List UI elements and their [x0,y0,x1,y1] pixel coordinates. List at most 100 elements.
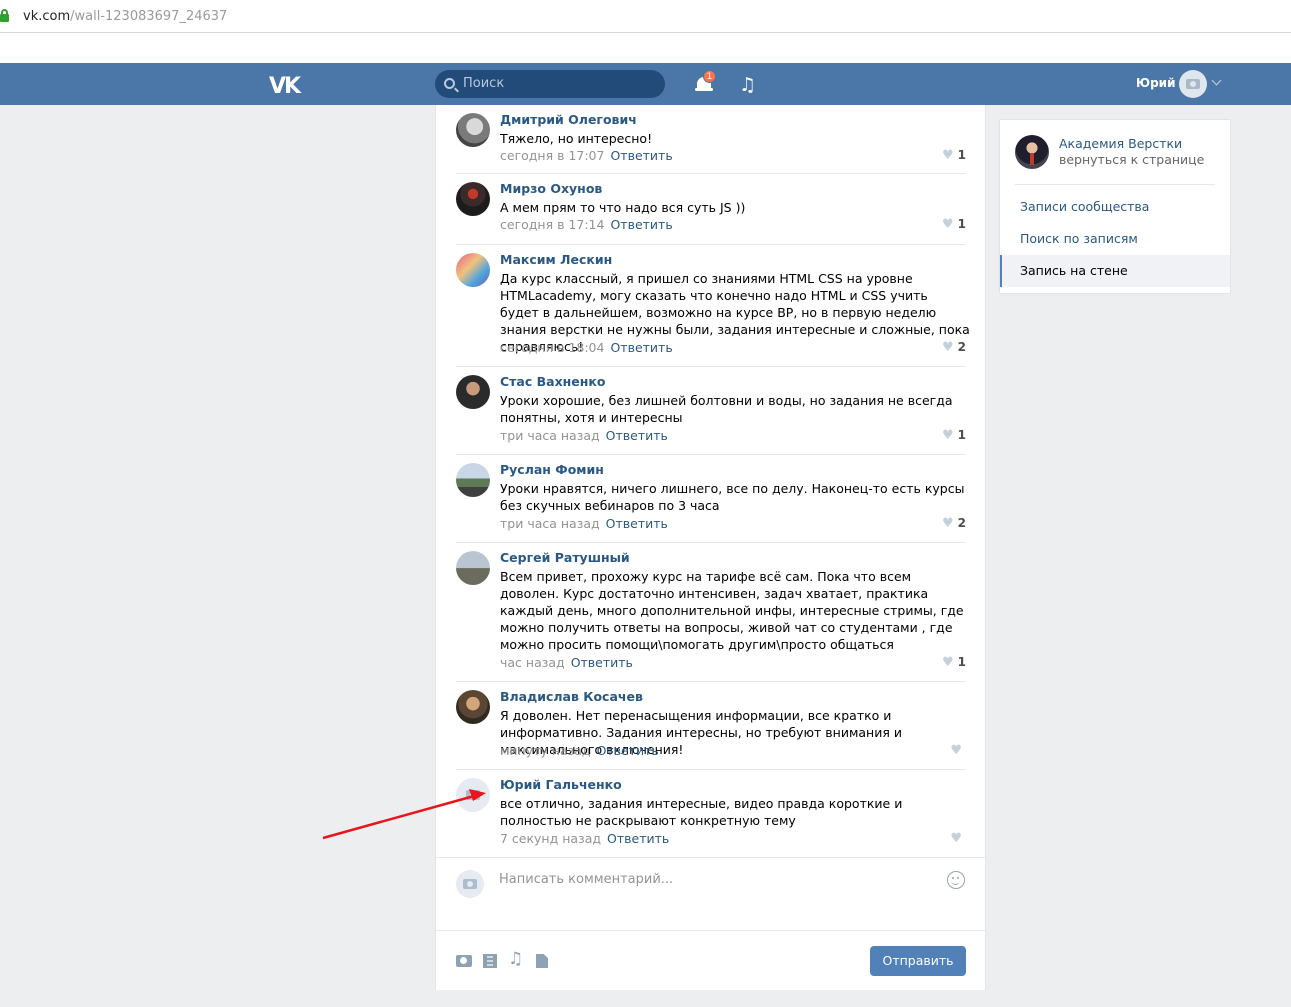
attach-document-icon[interactable] [536,954,548,968]
comment-text: Всем привет, прохожу курс на тарифе всё … [500,569,964,652]
search-input[interactable]: Поиск [435,70,665,98]
comment-meta: сегодня в 17:14 Ответить [500,217,673,232]
emoji-icon[interactable] [947,871,965,889]
reply-link[interactable]: Ответить [610,148,672,163]
comment-text: все отлично, задания интересные, видео п… [500,796,903,828]
reply-link[interactable]: Ответить [610,217,672,232]
comment-author[interactable]: Максим Лескин [500,252,612,267]
comment-meta: 7 секунд назад Ответить [500,831,669,846]
side-item-wall-post[interactable]: Запись на стене [1000,255,1230,287]
avatar[interactable] [456,253,490,287]
comment-item: Владислав Косачев Я доволен. Нет перенас… [456,682,966,770]
comment-meta: три часа назад Ответить [500,428,668,443]
reply-link[interactable]: Ответить [610,340,672,355]
comment-time[interactable]: минуту назад [500,743,591,758]
attach-video-icon[interactable] [483,954,497,968]
camera-icon [1186,79,1200,89]
music-note-icon[interactable]: ♫ [739,74,756,96]
comment-time[interactable]: три часа назад [500,428,600,443]
comment-meta: сегодня в 17:07 Ответить [500,148,673,163]
attach-audio-icon[interactable]: ♫ [508,949,523,969]
comment-author[interactable]: Стас Вахненко [500,374,605,389]
comment-author[interactable]: Сергей Ратушный [500,550,630,565]
reply-link[interactable]: Ответить [606,428,668,443]
like-count: 2 [957,340,966,354]
comment-author[interactable]: Владислав Косачев [500,689,643,704]
comment-time[interactable]: три часа назад [500,516,600,531]
heart-icon: ♥ [941,516,954,531]
comment-text: Тяжело, но интересно! [500,131,653,146]
composer-avatar [456,870,484,898]
like-button[interactable]: ♥ 1 [942,217,966,232]
avatar[interactable] [456,551,490,585]
comment-time[interactable]: час назад [500,655,565,670]
divider [1015,184,1215,185]
side-item-community-posts[interactable]: Записи сообщества [1000,191,1230,223]
comment-meta: минуту назад Ответить [500,743,659,758]
like-button[interactable]: ♥ 1 [942,148,966,163]
heart-icon: ♥ [950,831,962,846]
attach-photo-icon[interactable] [456,955,472,967]
notification-badge: 1 [703,70,716,83]
avatar[interactable] [456,375,490,409]
search-placeholder: Поиск [463,76,505,91]
side-menu: Академия Верстки вернуться к странице За… [999,119,1231,294]
heart-icon: ♥ [941,428,954,443]
heart-icon: ♥ [950,743,962,758]
comment-author[interactable]: Мирзо Охунов [500,181,602,196]
comment-composer: Написать комментарий... [436,857,985,930]
heart-icon: ♥ [941,217,954,232]
back-to-page-link[interactable]: вернуться к странице [1059,152,1204,167]
like-button[interactable]: ♥ [950,743,966,758]
header-avatar[interactable] [1179,70,1207,98]
browser-toolbar-strip [0,33,1291,63]
like-button[interactable]: ♥ 2 [942,340,966,355]
avatar[interactable] [456,113,490,147]
avatar[interactable] [456,778,490,812]
like-count: 1 [957,148,966,162]
avatar[interactable] [456,690,490,724]
reply-link[interactable]: Ответить [607,831,669,846]
comment-item: Мирзо Охунов А мем прям то что надо вся … [456,174,966,245]
like-button[interactable]: ♥ [950,831,966,846]
url-text[interactable]: vk.com/wall-123083697_24637 [23,9,227,24]
reply-link[interactable]: Ответить [606,516,668,531]
like-button[interactable]: ♥ 1 [942,655,966,670]
browser-address-bar[interactable]: vk.com/wall-123083697_24637 [0,0,1291,33]
like-count: 1 [957,655,966,669]
side-item-search-posts[interactable]: Поиск по записям [1000,223,1230,255]
comment-time[interactable]: 7 секунд назад [500,831,601,846]
send-button[interactable]: Отправить [870,946,966,976]
heart-icon: ♥ [941,655,954,670]
search-icon [444,78,455,89]
lock-icon [0,9,9,22]
vk-logo[interactable]: VK [269,74,301,99]
chevron-down-icon[interactable] [1211,75,1222,86]
reply-link[interactable]: Ответить [571,655,633,670]
comment-author[interactable]: Дмитрий Олегович [500,112,637,127]
comment-time[interactable]: сегодня в 17:07 [500,148,604,163]
camera-icon [466,790,480,800]
comments-card: Дмитрий Олегович Тяжело, но интересно! с… [435,105,986,990]
comment-author[interactable]: Руслан Фомин [500,462,604,477]
like-count: 1 [957,428,966,442]
group-avatar[interactable] [1015,135,1049,169]
group-name-link[interactable]: Академия Верстки [1059,136,1182,151]
avatar[interactable] [456,182,490,216]
reply-link[interactable]: Ответить [597,743,659,758]
like-button[interactable]: ♥ 2 [942,516,966,531]
comment-text: Уроки нравятся, ничего лишнего, все по д… [500,481,965,513]
comment-input[interactable]: Написать комментарий... [499,872,673,887]
comment-item: Юрий Гальченко все отлично, задания инте… [456,770,966,857]
comment-time[interactable]: сегодня в 18:04 [500,340,604,355]
comment-meta: сегодня в 18:04 Ответить [500,340,673,355]
heart-icon: ♥ [941,148,954,163]
avatar[interactable] [456,463,490,497]
comment-item: Дмитрий Олегович Тяжело, но интересно! с… [456,105,966,174]
comment-item: Максим Лескин Да курс классный, я пришел… [456,245,970,367]
header-user-name[interactable]: Юрий [1136,76,1176,90]
comment-meta: час назад Ответить [500,655,633,670]
like-button[interactable]: ♥ 1 [942,428,966,443]
comment-author[interactable]: Юрий Гальченко [500,777,622,792]
comment-time[interactable]: сегодня в 17:14 [500,217,604,232]
